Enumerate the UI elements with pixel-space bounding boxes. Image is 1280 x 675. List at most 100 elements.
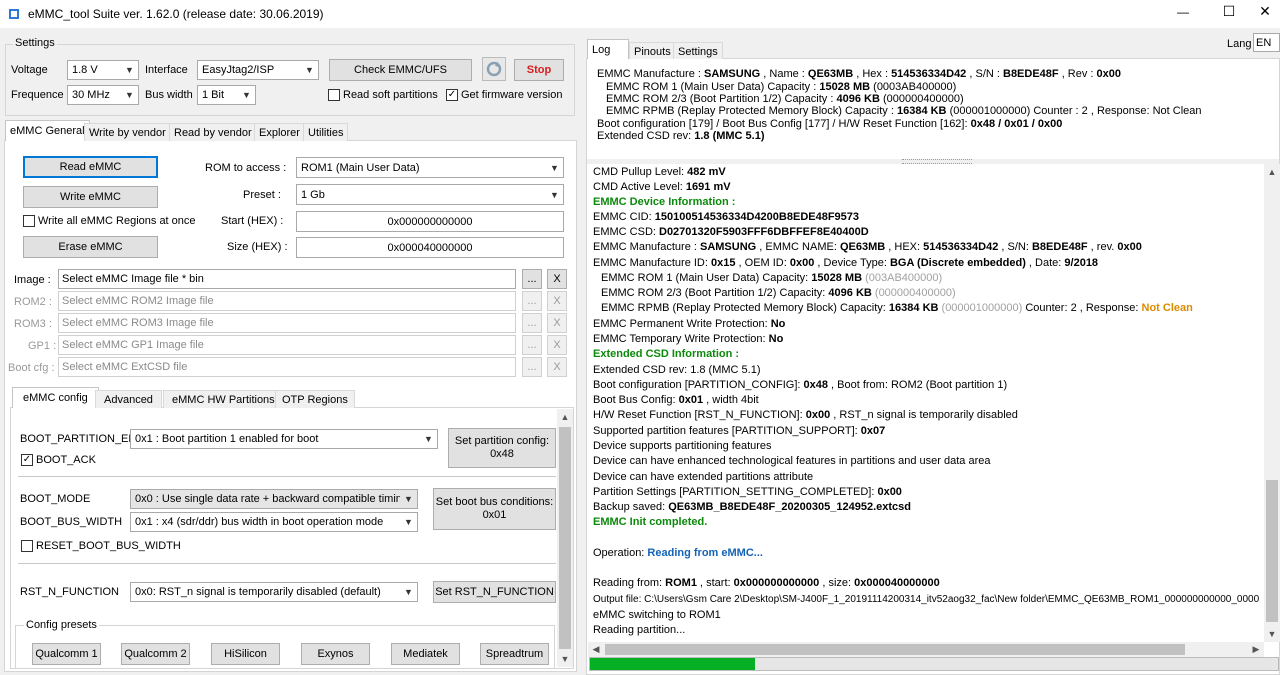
log-line: Reading partition... (593, 624, 686, 636)
tab-emmc-general[interactable]: eMMC General (5, 120, 90, 141)
log-line: EMMC Temporary Write Protection: No (593, 333, 784, 345)
tab-pinouts[interactable]: Pinouts (629, 42, 676, 60)
scroll-thumb[interactable] (605, 644, 1185, 655)
boot-ack-checkbox[interactable]: ✓ BOOT_ACK (21, 454, 96, 466)
config-scrollbar[interactable]: ▲ ▼ (557, 409, 573, 667)
minimize-icon[interactable]: — (1168, 5, 1198, 19)
chevron-down-icon: ▼ (238, 86, 255, 104)
settings-title: Settings (13, 37, 57, 49)
set-boot-bus-button[interactable]: Set boot bus conditions: 0x01 (433, 488, 556, 530)
log-line: CMD Active Level: 1691 mV (593, 181, 731, 193)
log-line: CMD Pullup Level: 482 mV (593, 166, 726, 178)
chevron-down-icon: ▼ (121, 61, 138, 79)
chevron-down-icon: ▼ (121, 86, 138, 104)
scroll-down-icon[interactable]: ▼ (1264, 626, 1280, 642)
image-clear-button[interactable]: X (547, 269, 567, 289)
boot-bus-width-select[interactable]: 0x1 : x4 (sdr/ddr) bus width in boot ope… (130, 512, 418, 532)
scroll-thumb[interactable] (559, 427, 571, 649)
check-emmc-button[interactable]: Check EMMC/UFS (329, 59, 472, 81)
boot-mode-select[interactable]: 0x0 : Use single data rate + backward co… (130, 489, 418, 509)
gp1-browse-button[interactable]: ... (522, 335, 542, 355)
voltage-select[interactable]: 1.8 V ▼ (67, 60, 139, 80)
preset-exynos-button[interactable]: Exynos (301, 643, 370, 665)
checkmark-icon: ✓ (21, 454, 33, 466)
image-browse-button[interactable]: ... (522, 269, 542, 289)
log-line: Device can have enhanced technological f… (593, 455, 991, 467)
log-line: Output file: C:\Users\Gsm Care 2\Desktop… (593, 594, 1260, 605)
read-soft-partitions-checkbox[interactable]: Read soft partitions (328, 89, 438, 101)
rom3-clear-button[interactable]: X (547, 313, 567, 333)
tab-emmc-config[interactable]: eMMC config (12, 387, 99, 408)
tab-emmc-hw-partitions[interactable]: eMMC HW Partitions (163, 390, 284, 408)
size-hex-input[interactable]: 0x000040000000 (296, 237, 564, 258)
tab-utilities[interactable]: Utilities (303, 123, 349, 141)
read-emmc-button[interactable]: Read eMMC (23, 156, 158, 178)
chevron-down-icon: ▼ (400, 583, 417, 601)
rst-n-label: RST_N_FUNCTION (20, 586, 120, 598)
preset-select[interactable]: 1 Gb ▼ (296, 184, 564, 205)
set-rst-n-button[interactable]: Set RST_N_FUNCTION (433, 581, 556, 603)
divider (18, 563, 556, 564)
get-firmware-version-checkbox[interactable]: ✓ Get firmware version (446, 89, 562, 101)
stop-button[interactable]: Stop (514, 59, 564, 81)
reset-boot-bus-checkbox[interactable]: RESET_BOOT_BUS_WIDTH (21, 540, 181, 552)
log-line: Supported partition features [PARTITION_… (593, 425, 886, 437)
write-all-regions-checkbox[interactable]: Write all eMMC Regions at once (23, 215, 196, 227)
rom2-clear-button[interactable]: X (547, 291, 567, 311)
tab-settings[interactable]: Settings (673, 42, 723, 60)
boot-cfg-clear-button[interactable]: X (547, 357, 567, 377)
set-partition-config-button[interactable]: Set partition config: 0x48 (448, 428, 556, 468)
voltage-label: Voltage (11, 64, 48, 76)
gp1-file-input[interactable]: Select eMMC GP1 Image file (58, 335, 516, 355)
boot-cfg-browse-button[interactable]: ... (522, 357, 542, 377)
scroll-right-icon[interactable]: ▶ (1248, 642, 1264, 657)
frequency-select[interactable]: 30 MHz ▼ (67, 85, 139, 105)
tab-read-by-vendor[interactable]: Read by vendor (169, 123, 257, 141)
erase-emmc-button[interactable]: Erase eMMC (23, 236, 158, 258)
tab-otp-regions[interactable]: OTP Regions (275, 390, 355, 408)
scroll-up-icon[interactable]: ▲ (1264, 164, 1280, 180)
checkbox-box (328, 89, 340, 101)
write-emmc-button[interactable]: Write eMMC (23, 186, 158, 208)
interface-select[interactable]: EasyJtag2/ISP ▼ (197, 60, 319, 80)
progress-bar (589, 657, 1279, 671)
image-file-input[interactable]: Select eMMC Image file * bin (58, 269, 516, 289)
maximize-icon[interactable]: ☐ (1214, 3, 1244, 20)
boot-partition-label: BOOT_PARTITION_EN (20, 433, 137, 445)
chevron-down-icon: ▼ (420, 430, 437, 448)
rom-access-label: ROM to access : (205, 162, 287, 174)
gp1-clear-button[interactable]: X (547, 335, 567, 355)
tab-advanced[interactable]: Advanced (95, 390, 162, 408)
log-line: Device supports partitioning features (593, 440, 772, 452)
rom2-file-input[interactable]: Select eMMC ROM2 Image file (58, 291, 516, 311)
rom3-file-input[interactable]: Select eMMC ROM3 Image file (58, 313, 516, 333)
scroll-left-icon[interactable]: ◀ (588, 642, 604, 657)
boot-cfg-file-input[interactable]: Select eMMC ExtCSD file (58, 357, 516, 377)
log-horizontal-scrollbar[interactable]: ◀ ▶ (588, 642, 1264, 657)
preset-qualcomm-1-button[interactable]: Qualcomm 1 (32, 643, 101, 665)
tab-explorer[interactable]: Explorer (254, 123, 305, 141)
scroll-down-icon[interactable]: ▼ (557, 651, 573, 667)
scroll-thumb[interactable] (1266, 480, 1278, 622)
rom2-label: ROM2 : (14, 296, 52, 308)
scroll-up-icon[interactable]: ▲ (557, 409, 573, 425)
rom2-browse-button[interactable]: ... (522, 291, 542, 311)
bus-width-select[interactable]: 1 Bit ▼ (197, 85, 256, 105)
start-hex-input[interactable]: 0x000000000000 (296, 211, 564, 232)
refresh-button[interactable] (482, 57, 506, 81)
lang-select[interactable]: EN (1253, 33, 1280, 52)
preset-qualcomm-2-button[interactable]: Qualcomm 2 (121, 643, 190, 665)
preset-spreadtrum-button[interactable]: Spreadtrum (480, 643, 549, 665)
rom3-browse-button[interactable]: ... (522, 313, 542, 333)
tab-log[interactable]: Log (587, 39, 629, 60)
rom-access-select[interactable]: ROM1 (Main User Data) ▼ (296, 157, 564, 178)
image-label: Image : (14, 274, 51, 286)
tab-write-by-vendor[interactable]: Write by vendor (84, 123, 171, 141)
rst-n-select[interactable]: 0x0: RST_n signal is temporarily disable… (130, 582, 418, 602)
preset-hisilicon-button[interactable]: HiSilicon (211, 643, 280, 665)
preset-mediatek-button[interactable]: Mediatek (391, 643, 460, 665)
close-icon[interactable]: ✕ (1250, 3, 1280, 20)
log-vertical-scrollbar[interactable]: ▲ ▼ (1264, 164, 1280, 642)
boot-partition-select[interactable]: 0x1 : Boot partition 1 enabled for boot ▼ (130, 429, 438, 449)
log-line: EMMC RPMB (Replay Protected Memory Block… (601, 302, 1193, 314)
